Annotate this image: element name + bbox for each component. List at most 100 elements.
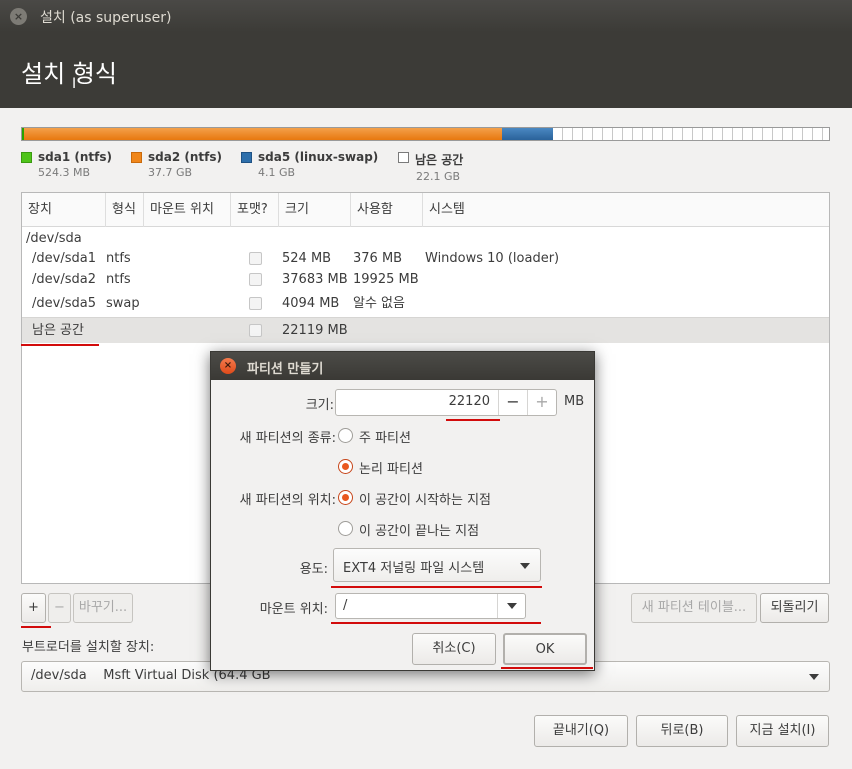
size-label: 크기:: [305, 398, 334, 413]
create-partition-dialog: × 파티션 만들기 크기: 22120 − + MB 새 파티션의 종류: 주 …: [210, 351, 595, 671]
col-device[interactable]: 장치: [22, 193, 106, 227]
format-checkbox[interactable]: [249, 273, 262, 286]
type-primary-label[interactable]: 주 파티션: [359, 427, 411, 446]
legend-swatch: [21, 152, 32, 163]
legend-swatch: [398, 152, 409, 163]
col-type[interactable]: 형식: [106, 193, 144, 227]
partition-location-label: 새 파티션의 위치:: [239, 493, 336, 508]
add-partition-button[interactable]: +: [21, 593, 46, 623]
table-row[interactable]: /dev/sda2 ntfs 37683 MB 19925 MB: [22, 268, 829, 291]
new-partition-table-button[interactable]: 새 파티션 테이블...: [631, 593, 757, 623]
use-as-value: EXT4 저널링 파일 시스템: [343, 561, 485, 576]
annotation-underline: [501, 667, 593, 669]
location-start-radio[interactable]: [338, 490, 353, 505]
dialog-titlebar: × 파티션 만들기: [211, 352, 594, 380]
legend-name: 남은 공간: [415, 153, 464, 167]
used-cell: 376 MB: [353, 251, 403, 266]
dialog-close-icon[interactable]: ×: [220, 358, 236, 374]
dialog-title: 파티션 만들기: [247, 362, 324, 377]
type-cell: ntfs: [106, 272, 131, 287]
format-checkbox[interactable]: [249, 297, 262, 310]
table-row-selected[interactable]: 남은 공간 22119 MB: [22, 317, 829, 343]
size-increment-button[interactable]: +: [527, 390, 556, 415]
table-header: 장치 형식 마운트 위치 포맷? 크기 사용함 시스템: [22, 193, 829, 227]
use-as-select[interactable]: EXT4 저널링 파일 시스템: [333, 548, 541, 582]
mount-point-label: 마운트 위치:: [259, 602, 328, 617]
size-value[interactable]: 22120: [449, 394, 490, 409]
legend-size: 4.1 GB: [258, 166, 296, 179]
size-spinbox[interactable]: 22120 − +: [335, 389, 557, 416]
table-row[interactable]: /dev/sda5 swap 4094 MB 알수 없음: [22, 292, 829, 315]
format-checkbox[interactable]: [249, 324, 262, 337]
mount-point-value[interactable]: /: [343, 598, 347, 613]
install-now-button[interactable]: 지금 설치(I): [736, 715, 829, 747]
legend-size: 22.1 GB: [416, 170, 461, 183]
format-checkbox[interactable]: [249, 252, 262, 265]
use-as-label: 용도:: [299, 562, 328, 577]
annotation-underline: [331, 586, 542, 588]
col-used[interactable]: 사용함: [351, 193, 423, 227]
revert-button[interactable]: 되돌리기: [760, 593, 829, 623]
window-close-icon[interactable]: ×: [10, 8, 27, 25]
change-partition-button[interactable]: 바꾸기...: [73, 593, 133, 623]
annotation-underline: [21, 626, 51, 628]
col-format[interactable]: 포맷?: [231, 193, 279, 227]
remove-partition-button[interactable]: −: [48, 593, 71, 623]
partition-bar: [21, 127, 830, 141]
legend-name: sda5 (linux-swap): [258, 150, 379, 164]
mount-point-dropdown-button[interactable]: [497, 594, 525, 618]
annotation-underline: [21, 344, 99, 346]
legend-swatch: [131, 152, 142, 163]
table-row[interactable]: /dev/sda1 ntfs 524 MB 376 MB Windows 10 …: [22, 247, 829, 270]
ok-button[interactable]: OK: [503, 633, 587, 665]
partition-bar-sda5: [502, 128, 553, 140]
type-logical-radio[interactable]: [338, 459, 353, 474]
type-cell: ntfs: [106, 251, 131, 266]
used-cell: 알수 없음: [353, 296, 405, 311]
location-start-label[interactable]: 이 공간이 시작하는 지점: [359, 489, 491, 508]
size-cell: 37683 MB: [282, 272, 348, 287]
cancel-button[interactable]: 취소(C): [412, 633, 496, 665]
type-primary-radio[interactable]: [338, 428, 353, 443]
size-cell: 4094 MB: [282, 296, 340, 311]
chevron-down-icon: [520, 563, 530, 569]
legend-name: sda2 (ntfs): [148, 150, 222, 164]
page-title: 설치 형식: [21, 60, 117, 88]
legend-swatch: [241, 152, 252, 163]
mount-point-combobox[interactable]: /: [335, 593, 526, 619]
partition-bar-free: [553, 128, 829, 140]
partition-type-label: 새 파티션의 종류:: [239, 431, 336, 446]
device-cell: /dev/sda1: [32, 251, 96, 266]
annotation-underline: [331, 622, 541, 624]
window-title: 설치 (as superuser): [40, 10, 172, 26]
quit-button[interactable]: 끝내기(Q): [534, 715, 628, 747]
col-size[interactable]: 크기: [279, 193, 351, 227]
bootloader-label: 부트로더를 설치할 장치:: [22, 640, 155, 655]
type-logical-label[interactable]: 논리 파티션: [359, 458, 423, 477]
col-mount[interactable]: 마운트 위치: [144, 193, 231, 227]
location-end-label[interactable]: 이 공간이 끝나는 지점: [359, 520, 479, 539]
system-cell: Windows 10 (loader): [425, 251, 560, 266]
size-cell: 22119 MB: [282, 323, 348, 338]
chevron-down-icon: [507, 603, 517, 609]
size-cell: 524 MB: [282, 251, 332, 266]
text-cursor-icon: I: [72, 76, 77, 92]
device-cell: 남은 공간: [32, 323, 84, 338]
size-unit: MB: [564, 394, 585, 409]
legend-size: 37.7 GB: [148, 166, 193, 179]
window-titlebar: × 설치 (as superuser): [0, 0, 852, 32]
legend-size: 524.3 MB: [38, 166, 91, 179]
back-button[interactable]: 뒤로(B): [636, 715, 728, 747]
device-cell: /dev/sda5: [32, 296, 96, 311]
col-system[interactable]: 시스템: [423, 193, 829, 227]
location-end-radio[interactable]: [338, 521, 353, 536]
type-cell: swap: [106, 296, 140, 311]
device-cell: /dev/sda2: [32, 272, 96, 287]
chevron-down-icon: [809, 674, 819, 680]
partition-bar-sda2: [24, 128, 502, 140]
used-cell: 19925 MB: [353, 272, 419, 287]
legend-name: sda1 (ntfs): [38, 150, 112, 164]
page-header: 설치 형식 I: [0, 32, 852, 108]
annotation-underline: [446, 419, 500, 421]
size-decrement-button[interactable]: −: [498, 390, 527, 415]
